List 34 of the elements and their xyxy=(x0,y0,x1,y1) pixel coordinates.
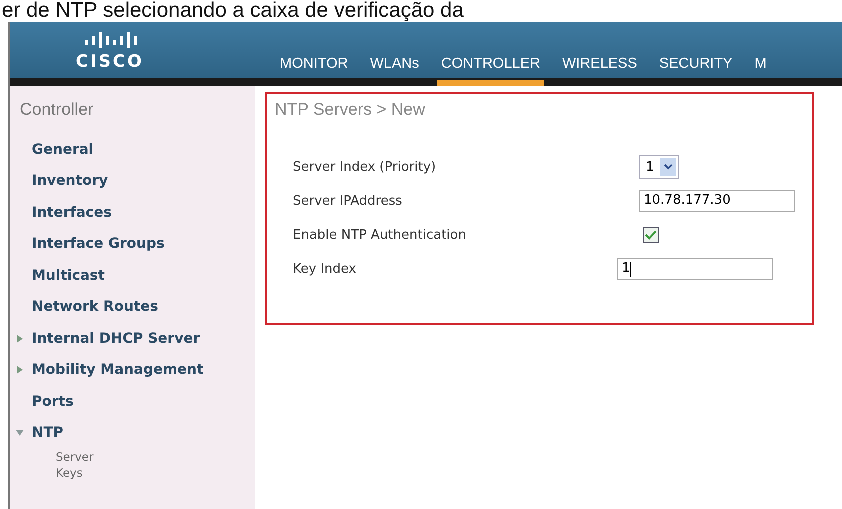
sidebar-item[interactable]: NTP xyxy=(32,425,64,442)
nav-tab[interactable]: WLANs xyxy=(366,56,424,86)
input-field[interactable]: 10.78.177.30 xyxy=(639,190,795,212)
sidebar-item[interactable]: Interface Groups xyxy=(32,236,165,252)
expanded-triangle-icon[interactable] xyxy=(16,429,24,438)
logo-bars-icon xyxy=(83,32,137,48)
sidebar-item[interactable]: General xyxy=(32,142,94,158)
caption-text: er de NTP selecionando a caixa de verificação da xyxy=(1,0,464,22)
sidebar-title: Controller xyxy=(19,100,95,120)
collapsed-triangle-icon[interactable] xyxy=(16,366,24,374)
sidebar-subitem[interactable]: Keys xyxy=(10,465,255,481)
field-label: Server Index (Priority) xyxy=(293,160,438,174)
sidebar-item[interactable]: Inventory xyxy=(32,173,108,190)
nav-tab[interactable]: CONTROLLER xyxy=(437,56,544,86)
sidebar-item[interactable]: Multicast xyxy=(32,268,105,284)
sidebar-item[interactable]: Internal DHCP Server xyxy=(32,330,200,347)
sidebar-item[interactable]: Interfaces xyxy=(32,204,112,221)
logo-text: CISCO xyxy=(76,52,144,72)
checkbox[interactable] xyxy=(643,227,659,243)
nav-tab[interactable]: WIRELESS xyxy=(558,56,642,86)
field-label: Key Index xyxy=(293,262,358,276)
sidebar-subitem[interactable]: Server xyxy=(10,449,255,465)
field-label: Server IPAddress xyxy=(293,194,404,208)
nav-tab[interactable]: SECURITY xyxy=(655,56,737,86)
sidebar-item[interactable]: Ports xyxy=(32,394,74,410)
index-select[interactable]: 1 xyxy=(639,155,680,179)
page-title: NTP Servers > New xyxy=(275,100,426,120)
sidebar-item[interactable]: Network Routes xyxy=(32,299,158,316)
nav-tab[interactable]: M xyxy=(750,56,771,86)
collapsed-triangle-icon[interactable] xyxy=(16,334,24,343)
sidebar-item[interactable]: Mobility Management xyxy=(32,362,204,378)
field-label: Enable NTP Authentication xyxy=(293,228,468,242)
input-field[interactable]: 1 xyxy=(617,258,773,280)
nav-tab[interactable]: MONITOR xyxy=(276,56,352,86)
